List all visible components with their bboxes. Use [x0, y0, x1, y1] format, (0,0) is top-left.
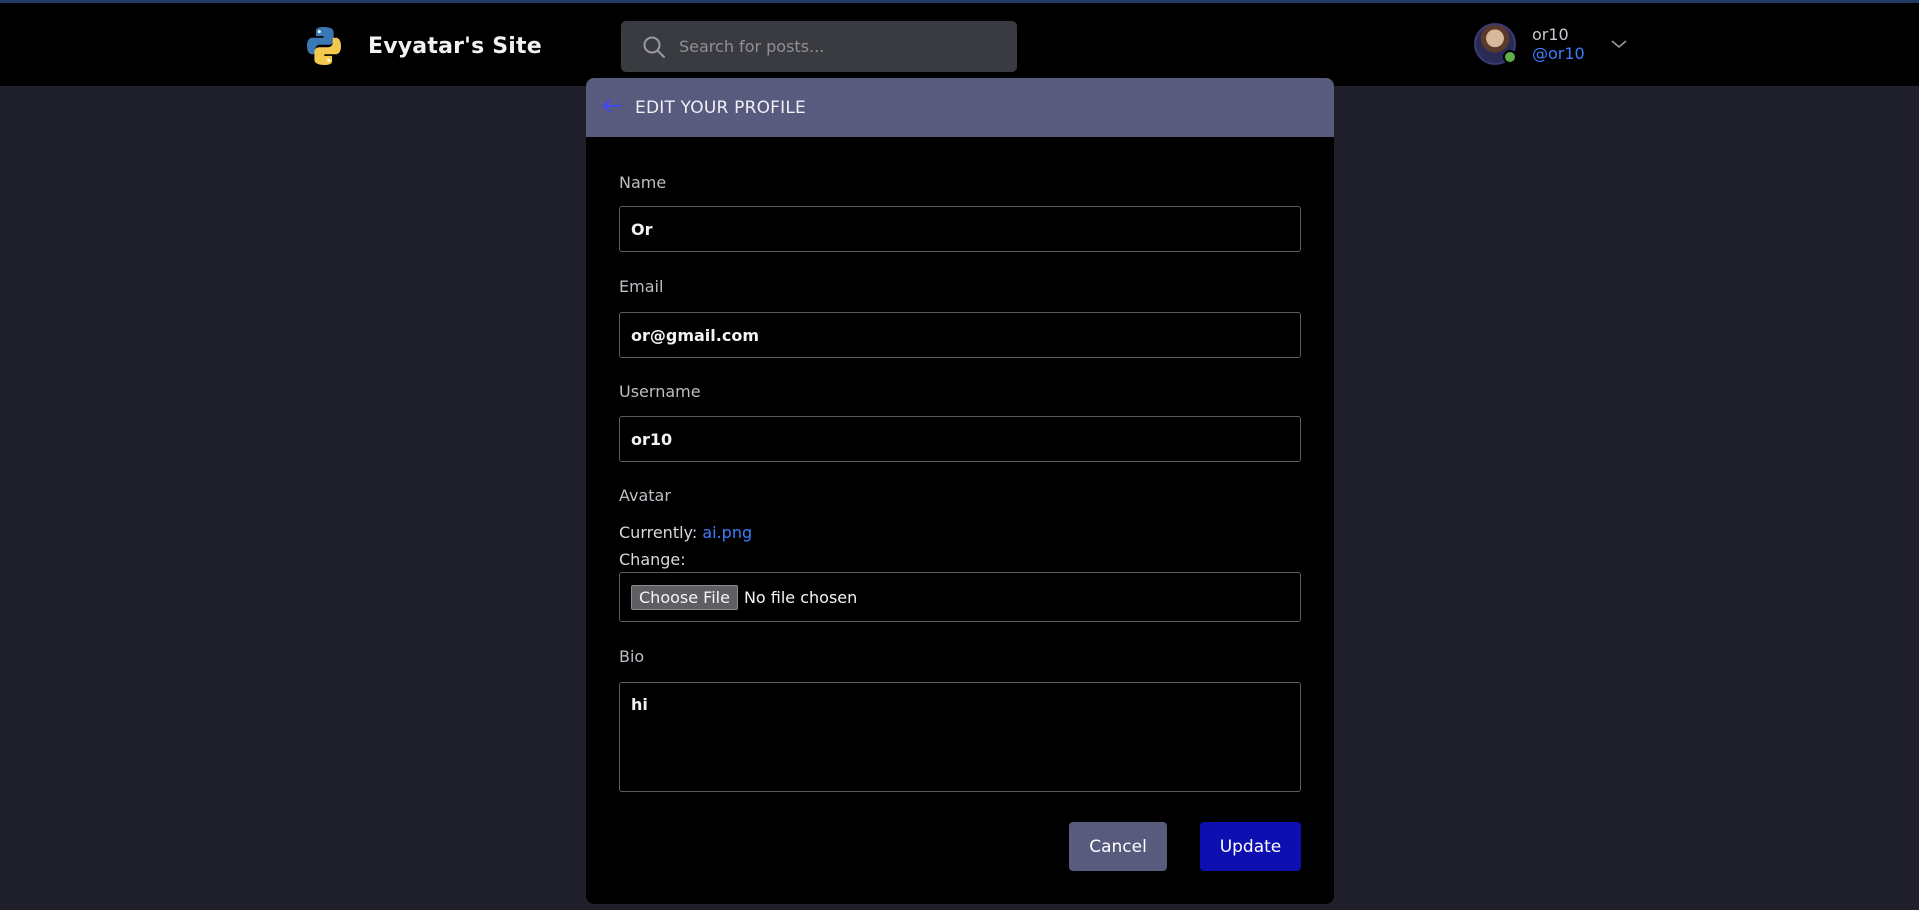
top-navbar: Evyatar's Site or10 @or10	[0, 0, 1919, 86]
avatar[interactable]	[1474, 23, 1517, 65]
card-header: EDIT YOUR PROFILE	[586, 78, 1334, 137]
search-input[interactable]	[679, 37, 979, 56]
bio-field[interactable]: hi	[619, 682, 1301, 792]
username-label: Username	[619, 382, 701, 401]
avatar-change-label: Change:	[619, 550, 686, 569]
page-title: EDIT YOUR PROFILE	[635, 97, 806, 118]
file-status: No file chosen	[743, 587, 858, 607]
update-button[interactable]: Update	[1200, 822, 1301, 871]
chevron-down-icon[interactable]	[1609, 34, 1629, 54]
name-field[interactable]	[619, 206, 1301, 252]
python-logo-icon	[307, 27, 341, 65]
online-status-dot	[1503, 50, 1517, 64]
user-name: or10	[1532, 25, 1569, 44]
name-label: Name	[619, 173, 667, 192]
avatar-current-file-link[interactable]: ai.png	[702, 523, 752, 542]
avatar-current: Currently: ai.png	[619, 523, 752, 542]
edit-profile-card: EDIT YOUR PROFILE Name Email Username Av…	[586, 78, 1334, 904]
bio-label: Bio	[619, 647, 645, 666]
email-label: Email	[619, 277, 664, 296]
avatar-label: Avatar	[619, 486, 671, 505]
user-info: or10 @or10	[1532, 25, 1585, 63]
user-handle: @or10	[1532, 44, 1585, 63]
avatar-currently-label: Currently:	[619, 523, 698, 542]
username-field[interactable]	[619, 416, 1301, 462]
arrow-left-icon[interactable]	[601, 97, 623, 119]
avatar-file-input[interactable]: Choose File No file chosen	[619, 572, 1301, 622]
choose-file-button[interactable]: Choose File	[631, 584, 738, 610]
cancel-button[interactable]: Cancel	[1069, 822, 1167, 871]
user-menu[interactable]: or10 @or10	[1474, 21, 1629, 67]
search-icon	[643, 36, 665, 58]
email-field[interactable]	[619, 312, 1301, 358]
search-bar[interactable]	[621, 21, 1017, 72]
site-name: Evyatar's Site	[368, 33, 542, 59]
brand[interactable]: Evyatar's Site	[302, 23, 542, 69]
